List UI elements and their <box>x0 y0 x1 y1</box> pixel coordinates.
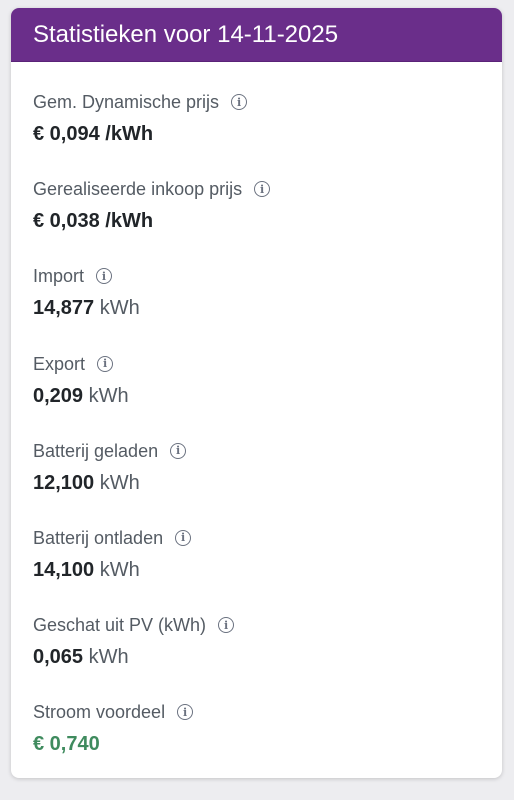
stats-list: Gem. Dynamische prijs i € 0,094 /kWh Ger… <box>11 62 502 778</box>
stat-power-benefit: Stroom voordeel i € 0,740 <box>33 700 502 778</box>
stat-unit: kWh <box>88 384 129 407</box>
info-icon[interactable]: i <box>231 94 248 110</box>
stat-avg-dynamic-price: Gem. Dynamische prijs i € 0,094 /kWh <box>33 90 502 177</box>
stat-unit: kWh <box>88 646 129 669</box>
statistics-card: Statistieken voor 14-11-2025 Gem. Dynami… <box>11 8 502 778</box>
stat-unit: /kWh <box>105 210 154 233</box>
stat-value: 14,100 <box>33 558 95 581</box>
stat-estimated-pv: Geschat uit PV (kWh) i 0,065 kWh <box>33 613 502 700</box>
stat-label: Gem. Dynamische prijs <box>33 92 220 112</box>
card-header: Statistieken voor 14-11-2025 <box>11 8 502 62</box>
info-icon[interactable]: i <box>218 617 235 634</box>
info-icon[interactable]: i <box>96 268 113 285</box>
stat-value: 12,100 <box>33 471 95 494</box>
stat-realized-purchase-price: Gerealiseerde inkoop prijs i € 0,038 /kW… <box>33 177 502 264</box>
stat-unit: kWh <box>99 471 140 494</box>
stat-value: € 0,094 <box>33 123 100 145</box>
info-icon[interactable]: i <box>97 355 114 372</box>
stat-label: Geschat uit PV (kWh) <box>33 615 207 636</box>
info-icon[interactable]: i <box>177 704 194 721</box>
info-icon[interactable]: i <box>254 181 271 198</box>
stat-value: 0,065 <box>33 646 84 669</box>
stat-label: Stroom voordeel <box>33 702 166 723</box>
stat-label: Import <box>33 266 85 287</box>
stat-label: Gerealiseerde inkoop prijs <box>33 179 243 200</box>
stat-export: Export i 0,209 kWh <box>33 352 502 439</box>
stat-value: 0,209 <box>33 384 84 407</box>
stat-unit: kWh <box>99 558 140 581</box>
card-title: Statistieken voor 14-11-2025 <box>33 20 339 48</box>
stat-value: € 0,038 <box>33 210 100 233</box>
stat-battery-discharged: Batterij ontladen i 14,100 kWh <box>33 526 502 613</box>
stat-label: Batterij ontladen <box>33 527 164 548</box>
stat-unit: kWh <box>99 297 140 320</box>
info-icon[interactable]: i <box>170 442 187 459</box>
stat-import: Import i 14,877 kWh <box>33 264 502 351</box>
stat-unit: /kWh <box>105 123 154 145</box>
stat-value: 14,877 <box>33 297 95 320</box>
info-icon[interactable]: i <box>175 529 192 546</box>
stat-value: € 0,740 <box>33 733 100 756</box>
stat-label: Batterij geladen <box>33 440 159 461</box>
stat-label: Export <box>33 353 86 374</box>
stat-battery-charged: Batterij geladen i 12,100 kWh <box>33 439 502 526</box>
